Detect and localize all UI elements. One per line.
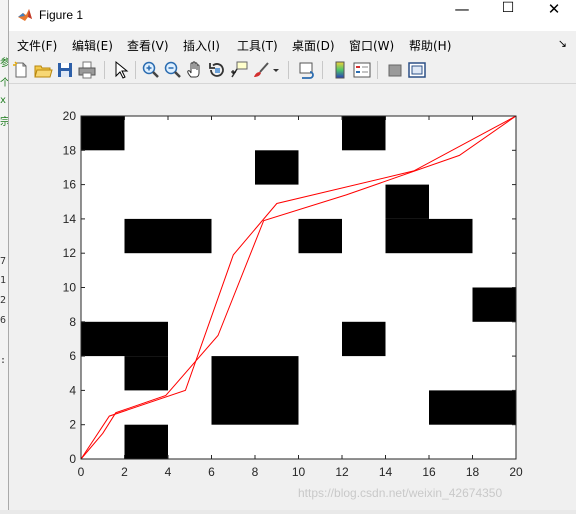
- legend-icon[interactable]: [352, 60, 372, 80]
- background-glyph: :: [0, 355, 7, 366]
- obstacle-block: [81, 321, 168, 357]
- obstacle-block: [385, 218, 473, 254]
- menu-help[interactable]: 帮助(H): [409, 37, 451, 54]
- menu-edit[interactable]: 编辑(E): [72, 37, 113, 54]
- y-tick-label: 10: [63, 281, 77, 295]
- obstacle-block: [211, 356, 299, 425]
- brush-icon[interactable]: [251, 60, 271, 80]
- x-tick-label: 8: [252, 465, 259, 479]
- obstacle-block: [81, 116, 125, 151]
- background-glyph: 2: [0, 295, 7, 306]
- x-tick-label: 18: [466, 465, 480, 479]
- y-tick-label: 12: [63, 246, 77, 260]
- toolbar-separator: [135, 61, 136, 79]
- watermark-text: https://blog.csdn.net/weixin_42674350: [298, 486, 503, 500]
- pan-hand-icon[interactable]: [185, 60, 205, 80]
- menu-tools[interactable]: 工具(T): [237, 37, 278, 54]
- link-plot-icon[interactable]: [297, 60, 317, 80]
- show-plot-tools-icon[interactable]: [407, 60, 427, 80]
- data-cursor-icon[interactable]: [229, 60, 249, 80]
- x-tick-label: 14: [379, 465, 393, 479]
- obstacle-block: [342, 116, 386, 151]
- toolbar-separator: [322, 61, 323, 79]
- background-glyph: x: [0, 95, 7, 106]
- background-glyph: 1: [0, 275, 7, 286]
- background-glyph: 7: [0, 256, 7, 267]
- open-file-icon[interactable]: [33, 60, 53, 80]
- zoom-out-icon[interactable]: [163, 60, 183, 80]
- print-icon[interactable]: [77, 60, 97, 80]
- zoom-in-icon[interactable]: [141, 60, 161, 80]
- plot-axes[interactable]: 0 2 4 6 8 10 12 14 16 18 20 0 2 4 6 8 10 12 14 16 18 20: [9, 84, 576, 506]
- x-tick-label: 2: [121, 465, 128, 479]
- obstacle-block: [429, 390, 516, 425]
- title-bar[interactable]: Figure 1 — ☐ ✕: [9, 0, 576, 31]
- x-tick-label: 0: [78, 465, 85, 479]
- obstacle-block: [298, 218, 342, 254]
- new-figure-icon[interactable]: [11, 60, 31, 80]
- figure-toolbar: [9, 57, 576, 84]
- window-title: Figure 1: [39, 8, 84, 22]
- obstacle-block: [255, 150, 299, 185]
- x-tick-label: 10: [292, 465, 306, 479]
- x-tick-label: 4: [165, 465, 172, 479]
- brush-dropdown-icon[interactable]: [271, 60, 281, 80]
- close-button[interactable]: ✕: [531, 0, 576, 31]
- menu-bar: 文件(F) 编辑(E) 查看(V) 插入(I) 工具(T) 桌面(D) 窗口(W…: [9, 33, 576, 55]
- minimize-button[interactable]: —: [439, 0, 485, 31]
- obstacle-block: [124, 424, 168, 459]
- rotate-3d-icon[interactable]: [207, 60, 227, 80]
- menu-window[interactable]: 窗口(W): [349, 37, 394, 54]
- colorbar-icon[interactable]: [330, 60, 350, 80]
- y-tick-label: 6: [69, 349, 76, 363]
- y-tick-label: 20: [63, 109, 77, 123]
- maximize-button[interactable]: ☐: [485, 0, 531, 31]
- figure-window: Figure 1 — ☐ ✕ 文件(F) 编辑(E) 查看(V) 插入(I) 工…: [8, 0, 576, 510]
- save-icon[interactable]: [55, 60, 75, 80]
- toolbar-separator: [104, 61, 105, 79]
- obstacle-block: [124, 356, 168, 391]
- obstacle-block: [385, 184, 429, 219]
- menu-desktop[interactable]: 桌面(D): [292, 37, 335, 54]
- menu-insert[interactable]: 插入(I): [183, 37, 220, 54]
- y-tick-label: 18: [63, 143, 77, 157]
- y-tick-label: 2: [69, 418, 76, 432]
- toolbar-overflow-arrow-icon[interactable]: ↘: [558, 37, 567, 50]
- pointer-icon[interactable]: [110, 60, 130, 80]
- x-tick-label: 16: [422, 465, 436, 479]
- menu-view[interactable]: 查看(V): [127, 37, 169, 54]
- toolbar-separator: [377, 61, 378, 79]
- background-glyph: 6: [0, 315, 7, 326]
- y-tick-label: 4: [69, 383, 76, 397]
- x-tick-label: 6: [208, 465, 215, 479]
- x-tick-label: 12: [335, 465, 349, 479]
- x-tick-label: 20: [509, 465, 523, 479]
- figure-canvas: 0 2 4 6 8 10 12 14 16 18 20 0 2 4 6 8 10 12 14 16 18 20: [9, 84, 576, 506]
- hide-plot-tools-icon[interactable]: [385, 60, 405, 80]
- matlab-logo-icon: [18, 9, 32, 21]
- toolbar-separator: [288, 61, 289, 79]
- y-tick-label: 16: [63, 178, 77, 192]
- y-tick-label: 0: [69, 452, 76, 466]
- obstacle-block: [124, 218, 212, 254]
- obstacle-block: [342, 321, 386, 357]
- background-bottom-strip: [0, 510, 576, 514]
- obstacle-block: [472, 287, 516, 322]
- menu-file[interactable]: 文件(F): [17, 37, 57, 54]
- y-tick-label: 14: [63, 212, 77, 226]
- y-tick-label: 8: [69, 315, 76, 329]
